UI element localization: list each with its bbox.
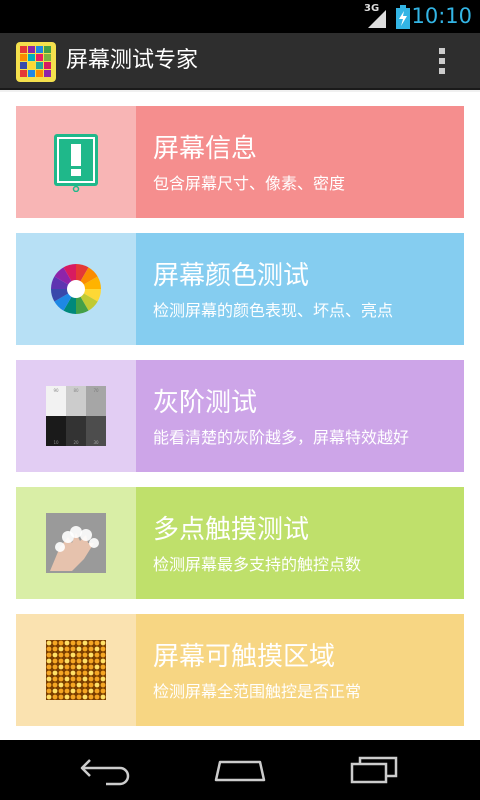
card-title: 屏幕颜色测试 <box>153 261 310 291</box>
gray-label: 80 <box>73 388 79 393</box>
card-title: 多点触摸测试 <box>153 515 310 545</box>
card-title: 灰阶测试 <box>153 388 258 418</box>
card-subtitle: 能看清楚的灰阶越多，屏幕特效越好 <box>153 428 410 447</box>
card-subtitle: 检测屏幕全范围触控是否正常 <box>153 682 362 701</box>
color-wheel-icon <box>51 264 101 314</box>
card-title: 屏幕信息 <box>153 134 258 164</box>
card-grayscale-test[interactable]: 90 80 70 10 20 30 灰阶测试 能看清楚的灰阶越多，屏幕特效越好 <box>16 360 464 472</box>
status-bar: 3G 10:10 <box>0 0 480 33</box>
card-icon-area <box>16 487 136 599</box>
card-text-area: 屏幕信息 包含屏幕尺寸、像素、密度 <box>136 106 464 218</box>
back-icon[interactable] <box>76 754 136 786</box>
action-bar: 屏幕测试专家 <box>0 33 480 90</box>
gray-label: 20 <box>73 440 79 445</box>
battery-charging-icon <box>396 5 410 29</box>
card-icon-area <box>16 233 136 345</box>
gray-label: 90 <box>53 388 59 393</box>
card-text-area: 灰阶测试 能看清楚的灰阶越多，屏幕特效越好 <box>136 360 464 472</box>
menu-list: 屏幕信息 包含屏幕尺寸、像素、密度 屏幕颜色测试 检测屏幕的颜色表现、坏点、亮点… <box>0 92 480 740</box>
card-icon-area: 90 80 70 10 20 30 <box>16 360 136 472</box>
navigation-bar <box>0 740 480 800</box>
card-text-area: 屏幕可触摸区域 检测屏幕全范围触控是否正常 <box>136 614 464 726</box>
card-subtitle: 检测屏幕最多支持的触控点数 <box>153 555 362 574</box>
home-icon[interactable] <box>210 754 270 786</box>
color-grid-app-icon[interactable] <box>16 42 56 82</box>
led-grid-icon <box>46 640 106 700</box>
app-title: 屏幕测试专家 <box>66 48 199 73</box>
gray-label: 30 <box>93 440 99 445</box>
card-subtitle: 包含屏幕尺寸、像素、密度 <box>153 174 346 193</box>
gray-label: 10 <box>53 440 59 445</box>
overflow-menu-icon[interactable] <box>430 46 454 76</box>
card-icon-area <box>16 106 136 218</box>
card-text-area: 多点触摸测试 检测屏幕最多支持的触控点数 <box>136 487 464 599</box>
recent-apps-icon[interactable] <box>344 754 404 786</box>
card-title: 屏幕可触摸区域 <box>153 642 336 672</box>
card-subtitle: 检测屏幕的颜色表现、坏点、亮点 <box>153 301 394 320</box>
card-touch-area-test[interactable]: 屏幕可触摸区域 检测屏幕全范围触控是否正常 <box>16 614 464 726</box>
exclamation-sign-icon <box>54 134 98 192</box>
card-icon-area <box>16 614 136 726</box>
card-text-area: 屏幕颜色测试 检测屏幕的颜色表现、坏点、亮点 <box>136 233 464 345</box>
gray-label: 70 <box>93 388 99 393</box>
grayscale-icon: 90 80 70 10 20 30 <box>46 386 106 446</box>
multitouch-hand-icon <box>46 513 106 573</box>
card-screen-info[interactable]: 屏幕信息 包含屏幕尺寸、像素、密度 <box>16 106 464 218</box>
signal-icon <box>368 10 386 28</box>
clock: 10:10 <box>411 4 472 28</box>
card-multitouch-test[interactable]: 多点触摸测试 检测屏幕最多支持的触控点数 <box>16 487 464 599</box>
card-color-test[interactable]: 屏幕颜色测试 检测屏幕的颜色表现、坏点、亮点 <box>16 233 464 345</box>
